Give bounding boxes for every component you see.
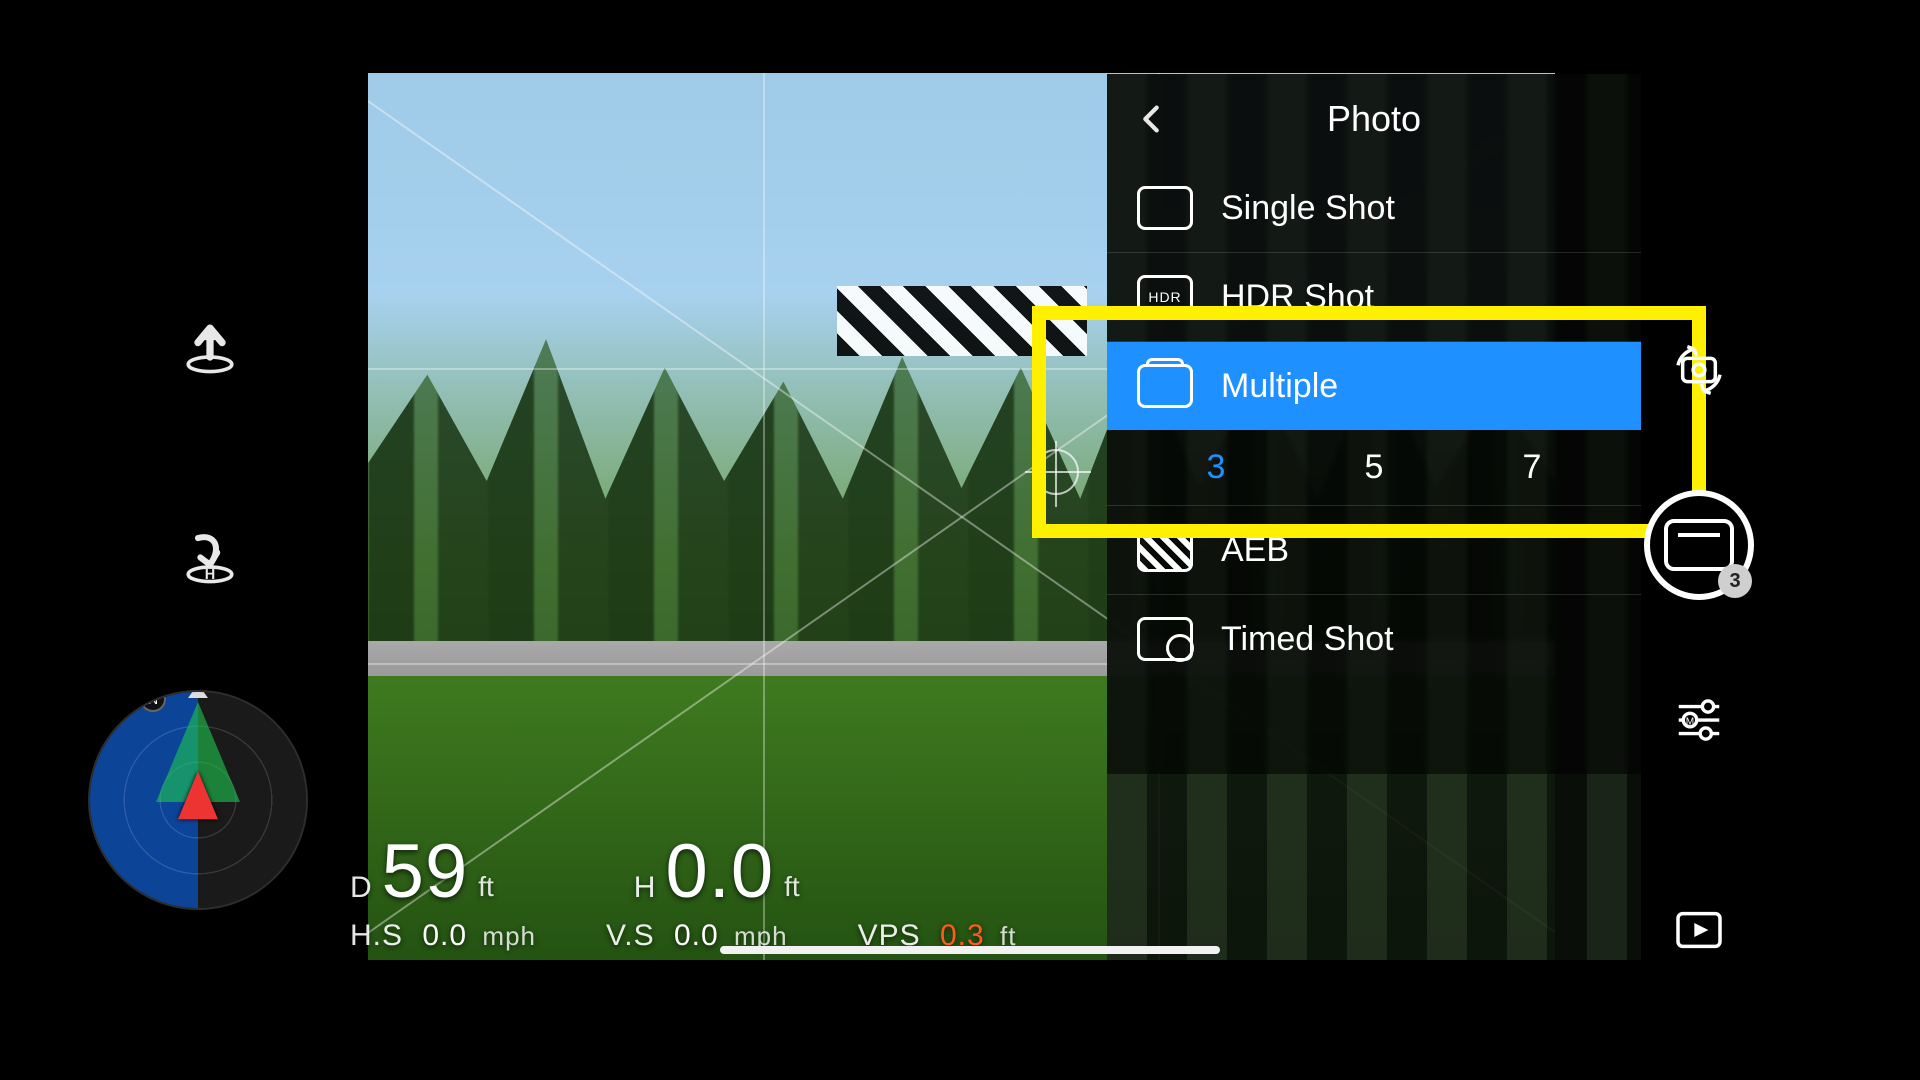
hdr-shot-icon xyxy=(1137,275,1193,319)
return-home-button[interactable]: H xyxy=(175,520,245,590)
shutter-count-badge: 3 xyxy=(1718,564,1752,598)
settings-sliders-icon: M xyxy=(1672,693,1726,747)
takeoff-icon xyxy=(181,316,239,374)
photo-mode-aeb[interactable]: AEB xyxy=(1107,506,1641,594)
telemetry-value: 0.0 xyxy=(665,828,774,915)
multiple-count-5[interactable]: 5 xyxy=(1365,448,1384,487)
return-home-icon: H xyxy=(181,526,239,584)
left-controls: H xyxy=(150,310,270,590)
photo-mode-timed[interactable]: Timed Shot xyxy=(1107,595,1641,683)
playback-icon xyxy=(1671,902,1727,958)
aeb-icon xyxy=(1137,528,1193,572)
burst-icon xyxy=(1664,519,1734,571)
multiple-count-3[interactable]: 3 xyxy=(1207,448,1226,487)
takeoff-button[interactable] xyxy=(175,310,245,380)
telemetry-height: H 0.0 ft xyxy=(634,828,800,915)
panel-title: Photo xyxy=(1327,98,1421,140)
panel-back-button[interactable] xyxy=(1131,99,1171,139)
multiple-count-7[interactable]: 7 xyxy=(1523,448,1542,487)
right-controls: 3 M xyxy=(1644,340,1754,960)
option-label: AEB xyxy=(1221,531,1289,570)
app-stage: H N D 59 ft H 0.0 ft H.S xyxy=(0,0,1920,1080)
option-label: Timed Shot xyxy=(1221,620,1394,659)
svg-text:M: M xyxy=(1686,717,1694,728)
telemetry-label: D xyxy=(350,871,372,915)
photo-mode-single[interactable]: Single Shot xyxy=(1107,164,1641,252)
telemetry-label: H xyxy=(634,871,656,915)
telemetry-distance: D 59 ft xyxy=(350,828,494,915)
camera-switch-button[interactable] xyxy=(1669,340,1729,400)
attitude-compass[interactable]: N xyxy=(88,690,308,910)
telemetry-unit: ft xyxy=(478,871,494,915)
svg-text:H: H xyxy=(205,567,215,583)
camera-switch-icon xyxy=(1671,342,1727,398)
shutter-button[interactable]: 3 xyxy=(1644,490,1754,600)
option-label: Multiple xyxy=(1221,367,1338,406)
obstacle-warning-stripes xyxy=(837,286,1087,356)
home-indicator xyxy=(720,946,1220,954)
aircraft-arrow xyxy=(178,771,218,819)
telemetry-hspeed: H.S 0.0 mph xyxy=(350,919,536,953)
option-label: HDR Shot xyxy=(1221,278,1374,317)
focus-crosshair[interactable] xyxy=(1033,449,1079,495)
telemetry-unit: ft xyxy=(784,871,800,915)
telemetry-readout: D 59 ft H 0.0 ft H.S 0.0 mph V.S 0.0 mph xyxy=(350,828,1250,936)
option-label: Single Shot xyxy=(1221,189,1395,228)
multiple-shot-icon xyxy=(1137,364,1193,408)
playback-button[interactable] xyxy=(1669,900,1729,960)
photo-mode-multiple[interactable]: Multiple xyxy=(1107,342,1641,430)
photo-mode-panel: Photo Single Shot HDR Shot Multiple 3 5 … xyxy=(1107,74,1641,774)
photo-mode-hdr[interactable]: HDR Shot xyxy=(1107,253,1641,341)
single-shot-icon xyxy=(1137,186,1193,230)
camera-settings-button[interactable]: M xyxy=(1669,690,1729,750)
chevron-left-icon xyxy=(1134,102,1168,136)
multiple-count-row: 3 5 7 xyxy=(1107,430,1641,505)
timed-shot-icon xyxy=(1137,617,1193,661)
compass-tick xyxy=(188,690,208,698)
telemetry-value: 59 xyxy=(382,828,469,915)
